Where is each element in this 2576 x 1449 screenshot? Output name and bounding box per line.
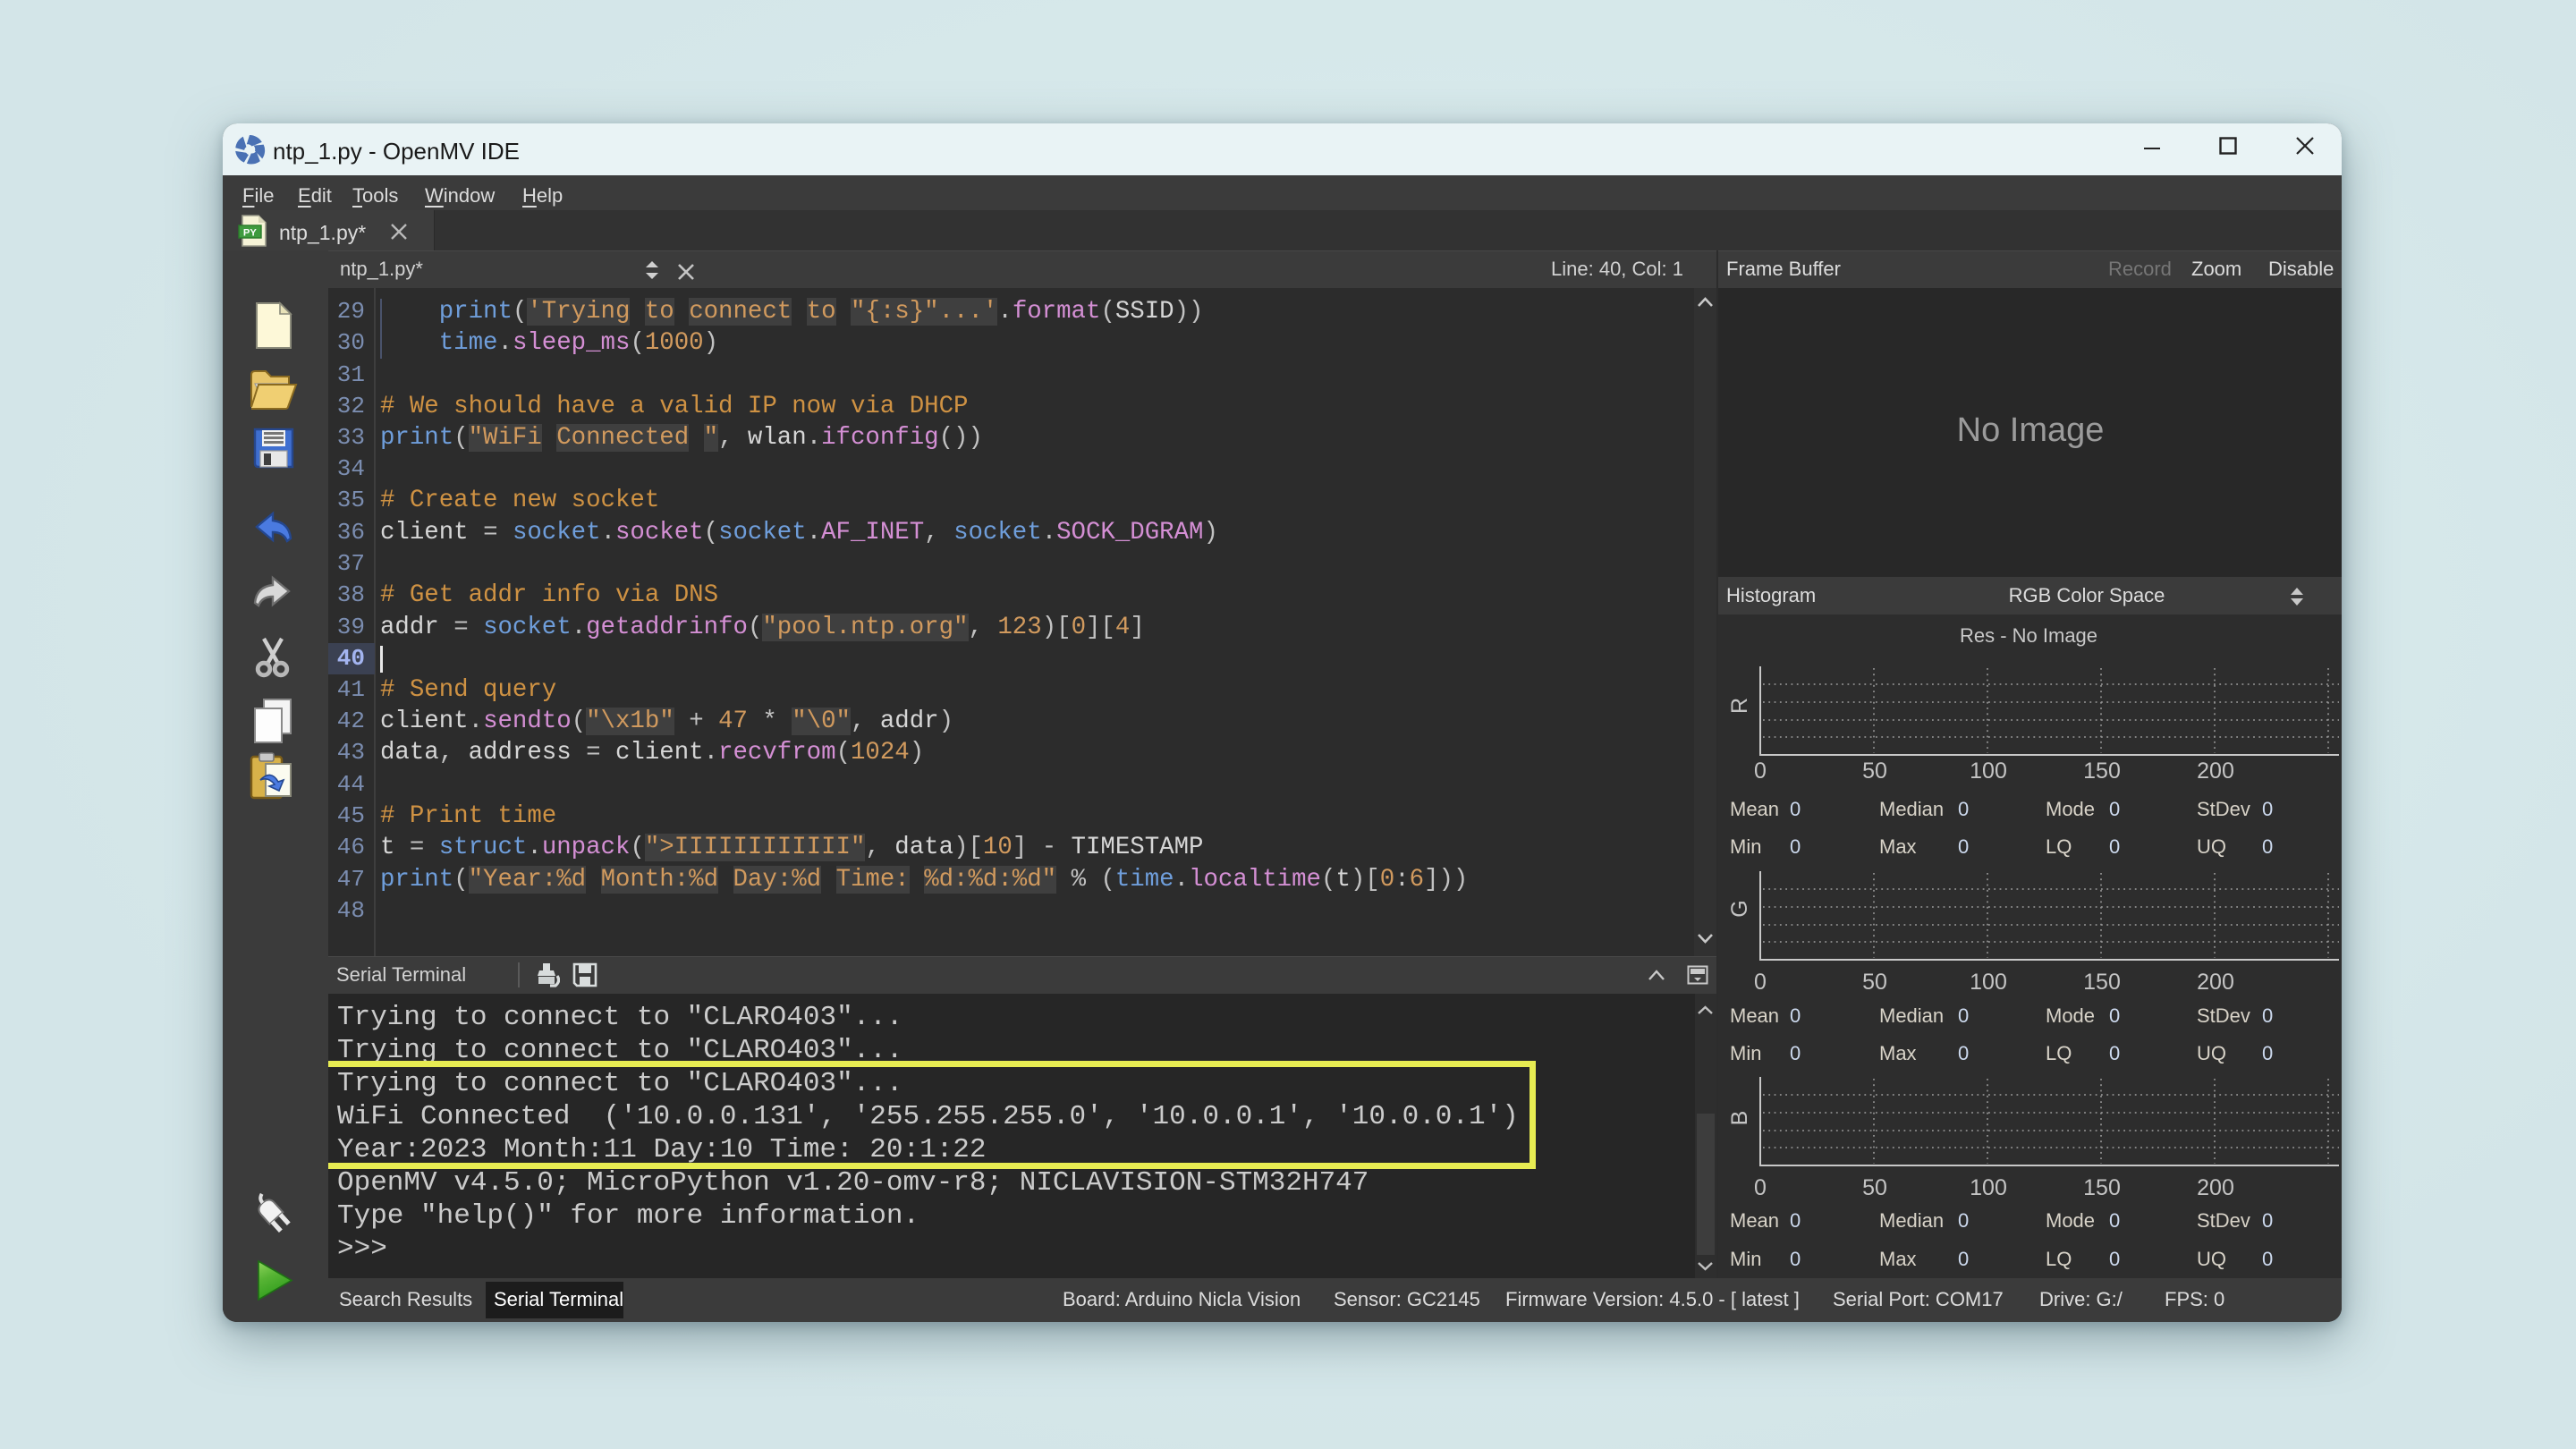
svg-text:PY: PY bbox=[243, 228, 257, 239]
